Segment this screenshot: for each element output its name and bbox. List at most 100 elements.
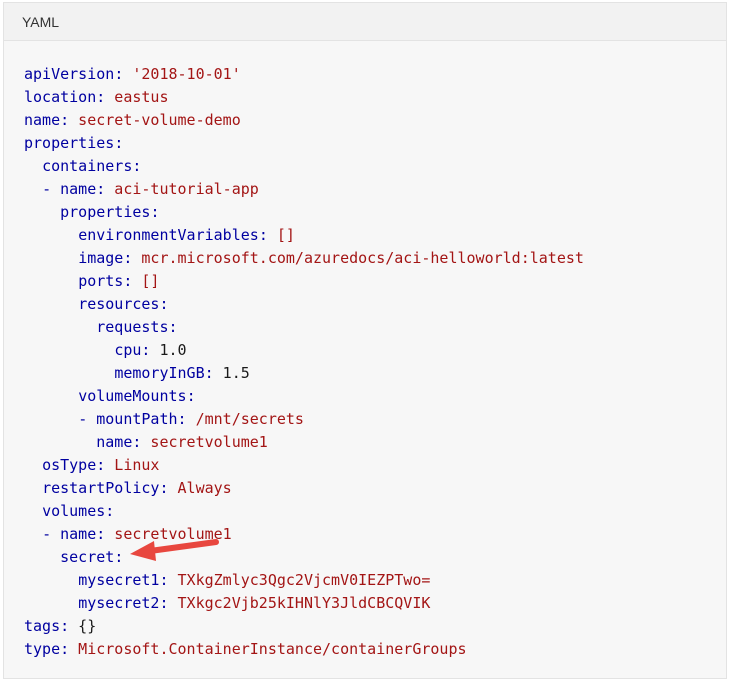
- code-colon: :: [159, 571, 169, 589]
- code-colon: :: [60, 111, 70, 129]
- code-line: environmentVariables: []: [24, 226, 295, 244]
- code-line: name: secret-volume-demo: [24, 111, 241, 129]
- code-language-header: YAML: [4, 3, 726, 41]
- code-key: resources: [78, 295, 160, 313]
- code-line: name: secretvolume1: [24, 433, 268, 451]
- code-colon: :: [96, 525, 106, 543]
- code-key: mysecret1: [78, 571, 160, 589]
- code-key: requests: [96, 318, 169, 336]
- code-list-dash: -: [78, 410, 97, 428]
- code-colon: :: [114, 134, 124, 152]
- code-key: environmentVariables: [78, 226, 259, 244]
- code-line: - mountPath: /mnt/secrets: [24, 410, 304, 428]
- code-key: properties: [24, 134, 115, 152]
- code-line: image: mcr.microsoft.com/azuredocs/aci-h…: [24, 249, 584, 267]
- code-line: secret:: [24, 548, 123, 566]
- code-colon: :: [186, 387, 196, 405]
- code-value: TXkgc2Vjb25kIHNlY3JldCBCQVIK: [168, 594, 431, 612]
- code-line: - name: aci-tutorial-app: [24, 180, 259, 198]
- code-key: name: [60, 180, 97, 198]
- code-colon: :: [114, 548, 124, 566]
- code-key: location: [24, 88, 97, 106]
- code-key: tags: [24, 617, 61, 635]
- code-key: osType: [42, 456, 97, 474]
- code-colon: :: [159, 594, 169, 612]
- code-colon: :: [168, 318, 178, 336]
- code-value: Microsoft.ContainerInstance/containerGro…: [69, 640, 467, 658]
- code-value: mcr.microsoft.com/azuredocs/aci-hellowor…: [132, 249, 584, 267]
- code-key: cpu: [114, 341, 142, 359]
- code-colon: :: [159, 479, 169, 497]
- code-key: type: [24, 640, 61, 658]
- code-key: volumeMounts: [78, 387, 187, 405]
- yaml-code: apiVersion: '2018-10-01' location: eastu…: [4, 41, 726, 661]
- code-value: Always: [168, 479, 232, 497]
- code-key: restartPolicy: [42, 479, 160, 497]
- code-key: name: [60, 525, 97, 543]
- code-value: /mnt/secrets: [186, 410, 304, 428]
- code-line: mysecret1: TXkgZmlyc3Qgc2VjcmV0IEZPTwo=: [24, 571, 430, 589]
- code-list-dash: -: [42, 525, 61, 543]
- code-colon: :: [159, 295, 169, 313]
- code-key: properties: [60, 203, 151, 221]
- code-value: 1.5: [213, 364, 250, 382]
- code-key: secret: [60, 548, 115, 566]
- code-colon: :: [96, 456, 106, 474]
- code-line: type: Microsoft.ContainerInstance/contai…: [24, 640, 467, 658]
- code-key: mountPath: [96, 410, 178, 428]
- code-colon: :: [150, 203, 160, 221]
- code-line: properties:: [24, 203, 159, 221]
- code-line: cpu: 1.0: [24, 341, 187, 359]
- code-key: memoryInGB: [114, 364, 205, 382]
- code-line: ports: []: [24, 272, 159, 290]
- code-list-dash: -: [42, 180, 61, 198]
- code-colon: :: [132, 157, 142, 175]
- code-value: 1.0: [150, 341, 187, 359]
- code-line: volumeMounts:: [24, 387, 196, 405]
- code-value: []: [267, 226, 295, 244]
- code-lines: apiVersion: '2018-10-01' location: eastu…: [24, 65, 584, 658]
- code-colon: :: [96, 180, 106, 198]
- code-line: resources:: [24, 295, 169, 313]
- code-colon: :: [96, 88, 106, 106]
- code-line: apiVersion: '2018-10-01': [24, 65, 241, 83]
- code-line: mysecret2: TXkgc2Vjb25kIHNlY3JldCBCQVIK: [24, 594, 430, 612]
- code-colon: :: [60, 617, 70, 635]
- code-value: eastus: [105, 88, 169, 106]
- code-line: containers:: [24, 157, 141, 175]
- code-line: volumes:: [24, 502, 114, 520]
- code-key: volumes: [42, 502, 106, 520]
- code-colon: :: [258, 226, 268, 244]
- code-line: properties:: [24, 134, 123, 152]
- code-colon: :: [114, 65, 124, 83]
- code-colon: :: [177, 410, 187, 428]
- code-key: mysecret2: [78, 594, 160, 612]
- code-line: location: eastus: [24, 88, 169, 106]
- code-key: ports: [78, 272, 124, 290]
- code-colon: :: [204, 364, 214, 382]
- code-language-label: YAML: [22, 13, 60, 30]
- code-line: osType: Linux: [24, 456, 159, 474]
- code-colon: :: [105, 502, 115, 520]
- code-key: name: [96, 433, 133, 451]
- code-key: apiVersion: [24, 65, 115, 83]
- code-line: restartPolicy: Always: [24, 479, 232, 497]
- code-line: memoryInGB: 1.5: [24, 364, 250, 382]
- code-value: []: [132, 272, 160, 290]
- code-key: image: [78, 249, 124, 267]
